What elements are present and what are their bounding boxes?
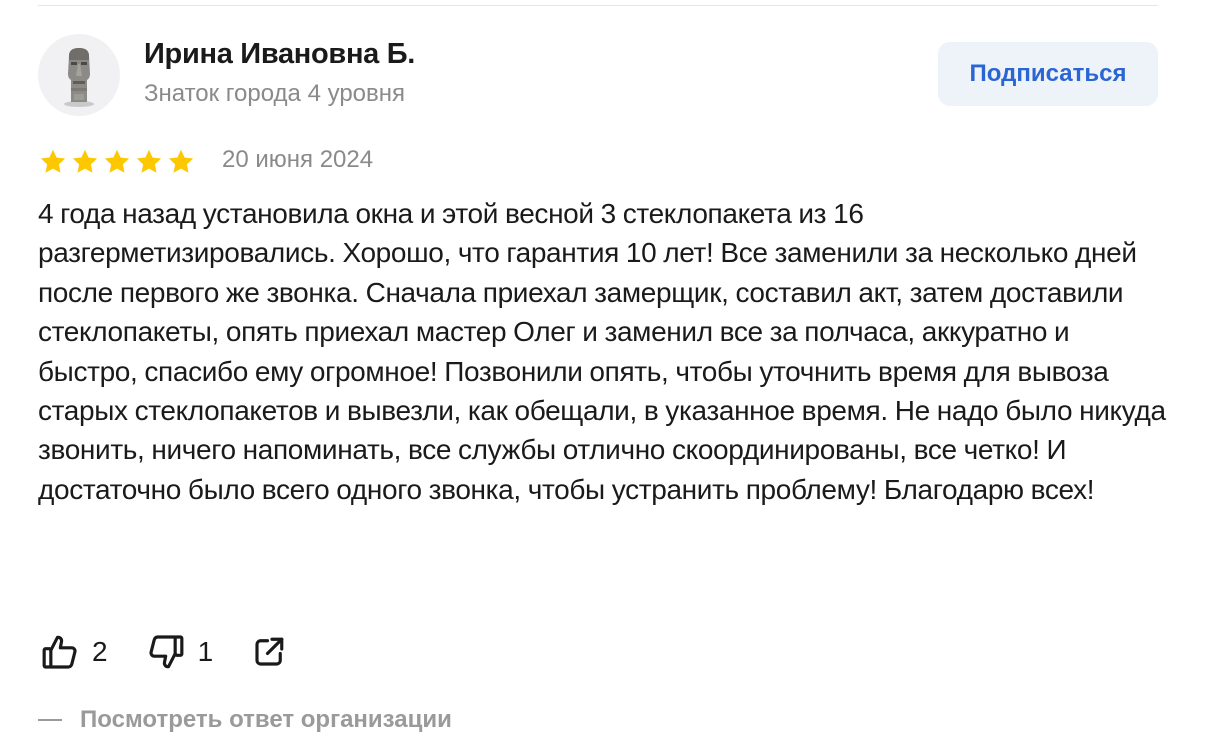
view-org-answer-link[interactable]: Посмотреть ответ организации (38, 706, 452, 734)
org-answer-label: Посмотреть ответ организации (80, 706, 452, 733)
review-date: 20 июня 2024 (222, 146, 374, 173)
author-avatar[interactable] (38, 34, 120, 116)
share-icon (255, 637, 284, 666)
review-actions: 2 1 (40, 630, 287, 674)
star-icon (72, 149, 98, 173)
star-icon (168, 149, 194, 173)
star-icon (40, 149, 66, 173)
star-icon (136, 149, 162, 173)
org-answer-dash (38, 719, 62, 721)
dislike-count: 1 (197, 636, 214, 667)
subscribe-button[interactable]: Подписаться (938, 42, 1158, 106)
top-divider (38, 5, 1158, 6)
thumbs-up-icon (42, 635, 77, 669)
thumbs-down-icon (149, 635, 183, 669)
dislike-button[interactable]: 1 (146, 632, 214, 672)
star-rating (38, 146, 198, 178)
author-name[interactable]: Ирина Ивановна Б. (144, 38, 415, 71)
like-count: 2 (92, 636, 108, 667)
star-icon (104, 149, 130, 173)
author-level[interactable]: Знаток города 4 уровня (144, 80, 405, 108)
like-button[interactable]: 2 (40, 632, 108, 672)
moai-statue-icon (64, 48, 94, 107)
share-button[interactable] (251, 634, 287, 670)
review-text: 4 года назад установила окна и этой весн… (38, 198, 1166, 505)
